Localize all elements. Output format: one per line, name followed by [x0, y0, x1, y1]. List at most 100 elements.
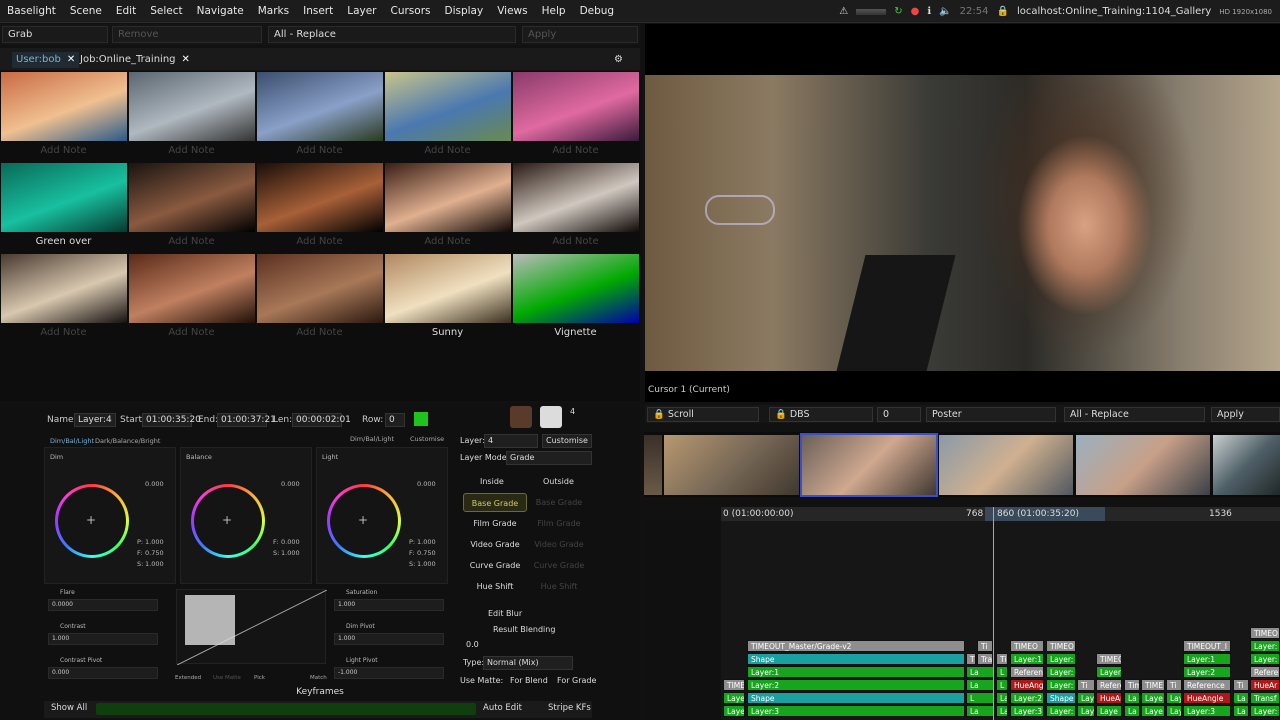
for-blend-checkbox[interactable]: For Blend — [510, 676, 548, 685]
thumb-note[interactable]: Add Note — [128, 236, 255, 247]
timeline-clip[interactable]: L — [996, 679, 1008, 691]
timeline-clip[interactable]: TIME — [723, 679, 745, 691]
menu-baselight[interactable]: Baselight — [0, 0, 63, 23]
menu-display[interactable]: Display — [438, 0, 491, 23]
poster-dropdown[interactable]: Poster — [926, 407, 1056, 422]
timeline-clip[interactable]: HueAr — [1096, 692, 1122, 704]
row-field[interactable]: 0 — [385, 413, 405, 427]
timeline-clip[interactable]: Laye — [723, 705, 745, 717]
gallery-thumb[interactable]: Add Note — [0, 71, 127, 162]
timeline-clip[interactable]: T — [966, 653, 976, 665]
timeline-clip[interactable]: La — [966, 666, 994, 678]
timeline-clip[interactable]: Layer: — [1046, 653, 1076, 665]
slider-dim-pivot[interactable]: Dim Pivot 1.000 — [330, 623, 450, 653]
close-icon[interactable]: ✕ — [67, 54, 75, 65]
thumb-note[interactable]: Add Note — [512, 236, 639, 247]
thumb-note[interactable]: Add Note — [512, 145, 639, 156]
curve-grade-outside-button[interactable]: Curve Grade — [527, 556, 591, 575]
film-grade-button[interactable]: Film Grade — [463, 514, 527, 533]
timeline-clip[interactable]: HueAng — [1010, 679, 1044, 691]
tab-dark-balance-bright[interactable]: Dark/Balance/Bright — [95, 437, 160, 445]
timeline-clip[interactable]: TIMEO — [1096, 653, 1122, 665]
gallery-thumb[interactable]: Add Note — [128, 162, 255, 253]
start-field[interactable]: 01:00:35:20 — [142, 413, 201, 427]
hue-shift-button[interactable]: Hue Shift — [463, 577, 527, 596]
color-wheel[interactable]: + — [327, 484, 401, 558]
timeline-clip[interactable]: Referen — [1096, 679, 1122, 691]
timeline-clip[interactable]: Laye — [1141, 692, 1165, 704]
mode-dropdown[interactable]: All - Replace — [268, 26, 516, 43]
timeline-clip[interactable]: La — [996, 705, 1008, 717]
timeline-clip[interactable]: La — [996, 692, 1008, 704]
timeline-clip[interactable]: Lay — [1077, 705, 1095, 717]
menu-views[interactable]: Views — [490, 0, 534, 23]
tab-job-online-training[interactable]: Job:Online_Training ✕ — [76, 52, 194, 68]
menu-debug[interactable]: Debug — [573, 0, 622, 23]
video-grade-button[interactable]: Video Grade — [463, 535, 527, 554]
menu-insert[interactable]: Insert — [296, 0, 340, 23]
timeline-clip[interactable]: Ti — [1166, 679, 1182, 691]
remove-button[interactable]: Remove — [112, 26, 262, 43]
dbs-toggle[interactable]: 🔒 DBS — [769, 407, 873, 422]
extended-button[interactable]: Extended — [175, 675, 201, 681]
gallery-thumb[interactable]: Vignette — [512, 253, 639, 344]
shot-thumb[interactable] — [1076, 435, 1210, 495]
tab-dim-bal-light-2[interactable]: Dim/Bal/Light — [350, 435, 394, 443]
timeline-clip[interactable]: Referen — [1250, 666, 1280, 678]
curve-grade-button[interactable]: Curve Grade — [463, 556, 527, 575]
apply-button[interactable]: Apply — [522, 26, 638, 43]
timeline-clip[interactable]: Ti — [977, 640, 993, 652]
end-field[interactable]: 01:00:37:21 — [217, 413, 276, 427]
tab-customise[interactable]: Customise — [410, 435, 444, 443]
mode-dropdown[interactable]: All - Replace — [1064, 407, 1205, 422]
thumb-note[interactable]: Green over — [0, 236, 127, 247]
face-thumb-icon[interactable] — [510, 406, 532, 428]
timeline-clip[interactable]: TIME — [1141, 679, 1165, 691]
timeline-clip[interactable]: Ti — [1233, 679, 1249, 691]
use-matte-button[interactable]: Use Matte — [213, 675, 241, 681]
timeline-clip[interactable]: TIMEOUT_Master/Grade-v2 — [747, 640, 965, 652]
timeline-ruler[interactable]: 0 (01:00:00:00) 768 860 (01:00:35:20) 15… — [721, 507, 1280, 533]
timeline-clip[interactable]: La — [1124, 705, 1140, 717]
timeline-clip[interactable]: La — [1124, 692, 1140, 704]
timeline-clip[interactable]: Layer: — [1046, 666, 1076, 678]
timeline-clip[interactable]: Layer:1 — [1183, 653, 1231, 665]
timeline-clip[interactable]: La — [966, 679, 994, 691]
tab-user-bob[interactable]: User:bob ✕ — [12, 52, 80, 68]
for-grade-checkbox[interactable]: For Grade — [557, 676, 596, 685]
timeline-clip[interactable]: TIMEO — [1046, 640, 1076, 652]
base-grade-button[interactable]: Base Grade — [463, 493, 527, 512]
pick-button[interactable]: Pick — [254, 675, 265, 681]
color-swatch[interactable] — [414, 412, 428, 426]
apply-button[interactable]: Apply — [1211, 407, 1280, 422]
thumb-note[interactable]: Add Note — [256, 327, 383, 338]
timeline-clip[interactable]: La — [1233, 705, 1249, 717]
show-all-dropdown[interactable]: Show All — [51, 703, 87, 713]
menu-navigate[interactable]: Navigate — [190, 0, 251, 23]
timeline-clip[interactable]: Layer: — [1046, 705, 1076, 717]
shot-thumb[interactable] — [939, 435, 1073, 495]
timeline-clip[interactable]: Transf — [1250, 692, 1280, 704]
gallery-thumb[interactable]: Green over — [0, 162, 127, 253]
viewer[interactable] — [645, 24, 1280, 402]
timeline-clip[interactable]: HueAngle — [1183, 692, 1231, 704]
timeline-clip[interactable]: Lay — [1166, 705, 1182, 717]
slider-value[interactable]: 1.000 — [334, 633, 444, 645]
menu-edit[interactable]: Edit — [109, 0, 143, 23]
timeline-clip[interactable]: Layer:1 — [747, 666, 965, 678]
layer-field[interactable]: 4 — [484, 434, 538, 448]
timeline-clip[interactable]: Layer:3 — [1010, 705, 1044, 717]
gallery-thumb[interactable]: Add Note — [384, 162, 511, 253]
menu-cursors[interactable]: Cursors — [384, 0, 438, 23]
close-icon[interactable]: ✕ — [182, 54, 190, 65]
base-grade-outside-button[interactable]: Base Grade — [527, 493, 591, 512]
type-dropdown[interactable]: Normal (Mix) — [483, 656, 573, 670]
timeline-clip[interactable]: Layer: — [1250, 705, 1280, 717]
menu-scene[interactable]: Scene — [63, 0, 109, 23]
len-field[interactable]: 00:00:02:01 — [292, 413, 351, 427]
edit-blur-button[interactable]: Edit Blur — [488, 609, 522, 618]
customise-dropdown[interactable]: Customise — [542, 434, 592, 448]
timeline-clip[interactable]: Laye — [1096, 705, 1122, 717]
slider-saturation[interactable]: Saturation 1.000 — [330, 589, 450, 619]
shot-thumb[interactable] — [644, 435, 662, 495]
